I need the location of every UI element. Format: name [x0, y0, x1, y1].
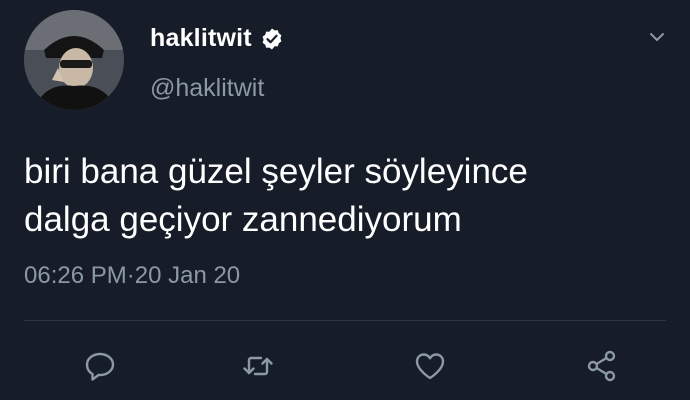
reply-icon	[85, 352, 115, 381]
chevron-down-icon[interactable]	[646, 26, 668, 48]
avatar[interactable]	[24, 10, 124, 110]
share-icon	[587, 350, 616, 382]
author-row: haklitwit	[150, 24, 284, 53]
divider	[24, 320, 666, 321]
user-handle[interactable]: @haklitwit	[150, 74, 264, 103]
action-bar	[0, 340, 690, 390]
retweet-button[interactable]	[238, 346, 278, 386]
share-button[interactable]	[582, 346, 622, 386]
meta-separator: ·	[126, 262, 135, 289]
tweet-date: 20 Jan 20	[134, 262, 241, 289]
retweet-icon	[243, 356, 273, 376]
reply-button[interactable]	[80, 346, 120, 386]
tweet-meta: 06:26 PM · 20 Jan 20	[24, 262, 240, 290]
verified-badge-icon	[260, 27, 284, 51]
avatar-image	[24, 10, 124, 110]
heart-icon	[415, 353, 445, 380]
tweet-card: haklitwit @haklitwit biri bana güzel şey…	[0, 0, 690, 400]
like-button[interactable]	[410, 346, 450, 386]
tweet-text: biri bana güzel şeyler söyleyince dalga …	[24, 152, 528, 239]
tweet-time: 06:26 PM	[24, 262, 127, 289]
display-name[interactable]: haklitwit	[150, 24, 252, 53]
